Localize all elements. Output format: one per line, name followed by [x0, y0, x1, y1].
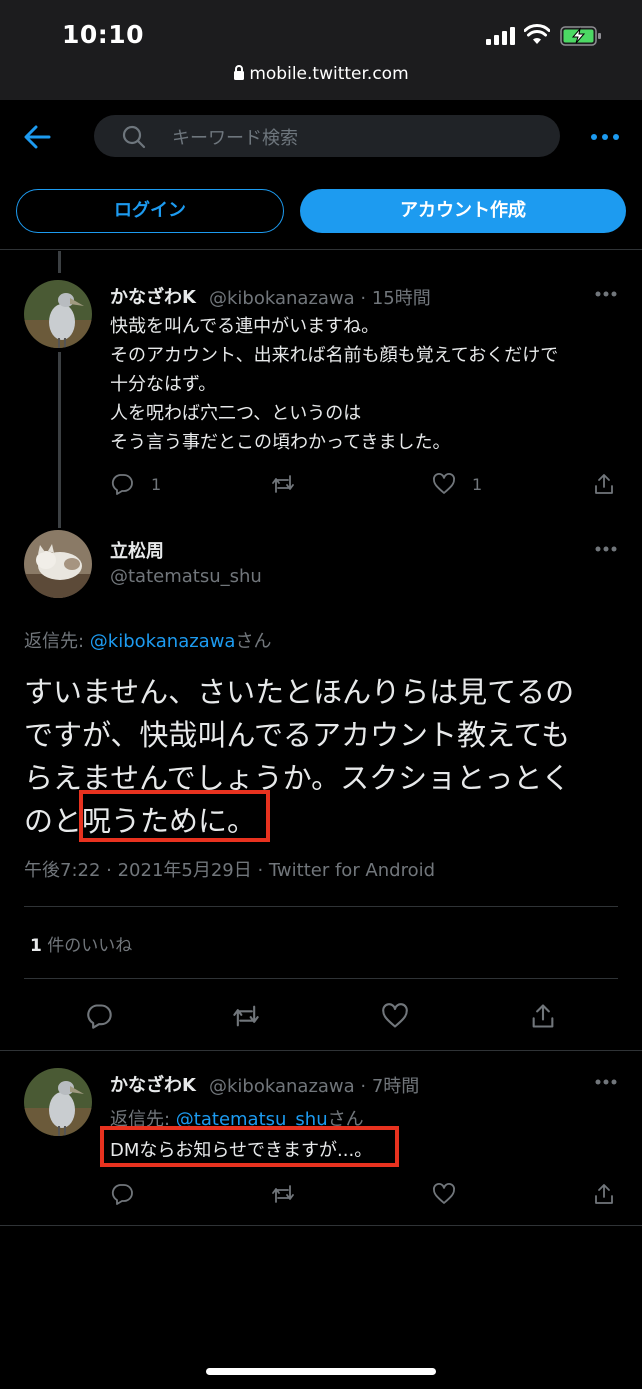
display-name[interactable]: かなざわK [110, 1071, 196, 1097]
tweet-line: すいません、さいたとほんりらは見てるの [24, 675, 575, 709]
display-name[interactable]: かなざわK [110, 283, 196, 309]
retweet-icon[interactable] [271, 472, 295, 496]
tweet-line: 十分なはず。 [110, 374, 217, 395]
cat-photo [24, 530, 92, 598]
likes-count: 1 [30, 936, 42, 956]
back-arrow-icon[interactable] [22, 124, 52, 150]
home-indicator[interactable] [206, 1368, 436, 1375]
signal-icon [486, 27, 515, 45]
divider [0, 1050, 642, 1051]
search-placeholder: キーワード検索 [172, 128, 298, 149]
divider [24, 906, 618, 907]
divider [0, 1225, 642, 1226]
tweet-line: 快哉を叫んでる連中がいますね。 [110, 316, 380, 337]
like-icon[interactable] [381, 1002, 409, 1030]
reply-icon[interactable] [110, 1182, 134, 1206]
login-button[interactable]: ログイン [16, 189, 284, 233]
reply-icon[interactable] [85, 1002, 113, 1030]
avatar[interactable] [24, 1068, 92, 1136]
share-icon[interactable] [529, 1002, 557, 1030]
retweet-icon[interactable] [232, 1002, 260, 1030]
thread-connector [58, 352, 61, 528]
tweet-line: ですが、快哉叫んでるアカウント教えても [24, 718, 571, 752]
like-icon[interactable] [432, 472, 456, 496]
likes-label: 件のいいね [41, 936, 133, 956]
handle: @kibokanazawa [209, 1076, 355, 1097]
avatar[interactable] [24, 280, 92, 348]
tweet-more-icon[interactable] [595, 546, 617, 552]
reply-prefix: 返信先: [24, 631, 90, 652]
url-bar[interactable]: mobile.twitter.com [0, 64, 642, 84]
highlight-box [79, 790, 270, 842]
shoebill-bird-photo [24, 280, 92, 348]
handle-time[interactable]: @kibokanazawa · 7時間 [209, 1072, 419, 1098]
tweet-meta: 午後7:22 · 2021年5月29日 · Twitter for Androi… [24, 860, 436, 881]
reply-count: 1 [151, 475, 162, 494]
tweet-line: そう言う事だとこの頃わかってきました。 [110, 432, 451, 453]
avatar[interactable] [24, 530, 92, 598]
thread-connector-top [58, 251, 61, 273]
display-name[interactable]: 立松周 [110, 537, 164, 563]
reply-suffix: さん [235, 631, 272, 652]
battery-charging-icon [560, 26, 601, 46]
search-input[interactable]: キーワード検索 [94, 115, 560, 157]
mention-link[interactable]: @kibokanazawa [90, 631, 236, 652]
handle-time[interactable]: @kibokanazawa · 15時間 [209, 284, 431, 310]
share-icon[interactable] [592, 1182, 616, 1206]
like-icon[interactable] [432, 1182, 456, 1206]
tweet-more-icon[interactable] [595, 1079, 617, 1085]
clock: 10:10 [62, 20, 145, 49]
lock-icon [234, 65, 245, 80]
highlight-box [100, 1126, 399, 1167]
timestamp: 15時間 [371, 288, 431, 309]
reply-icon[interactable] [110, 472, 134, 496]
url-text: mobile.twitter.com [249, 64, 409, 84]
like-count: 1 [472, 475, 483, 494]
handle[interactable]: @tatematsu_shu [110, 566, 262, 587]
shoebill-bird-photo [24, 1068, 92, 1136]
tweet-line: 人を呪わば穴二つ、というのは [110, 403, 362, 424]
tweet-line: そのアカウント、出来れば名前も顔も覚えておくだけで [110, 345, 559, 366]
tweet-text: 快哉を叫んでる連中がいますね。 そのアカウント、出来れば名前も顔も覚えておくだけ… [110, 312, 620, 457]
tweet-more-icon[interactable] [595, 291, 617, 297]
retweet-icon[interactable] [271, 1182, 295, 1206]
wifi-icon [524, 24, 550, 44]
likes-summary[interactable]: 1 件のいいね [30, 931, 132, 956]
divider [24, 978, 618, 979]
status-bar: 10:10 mobile.twitter.com [0, 0, 642, 100]
search-icon [122, 125, 146, 149]
top-header: キーワード検索 ログイン アカウント作成 [0, 100, 642, 250]
share-icon[interactable] [592, 472, 616, 496]
reply-to-label: 返信先: @kibokanazawaさん [24, 627, 271, 653]
timestamp: 7時間 [371, 1076, 420, 1097]
more-options-icon[interactable] [590, 132, 620, 142]
signup-button[interactable]: アカウント作成 [300, 189, 626, 233]
handle: @kibokanazawa [209, 288, 355, 309]
